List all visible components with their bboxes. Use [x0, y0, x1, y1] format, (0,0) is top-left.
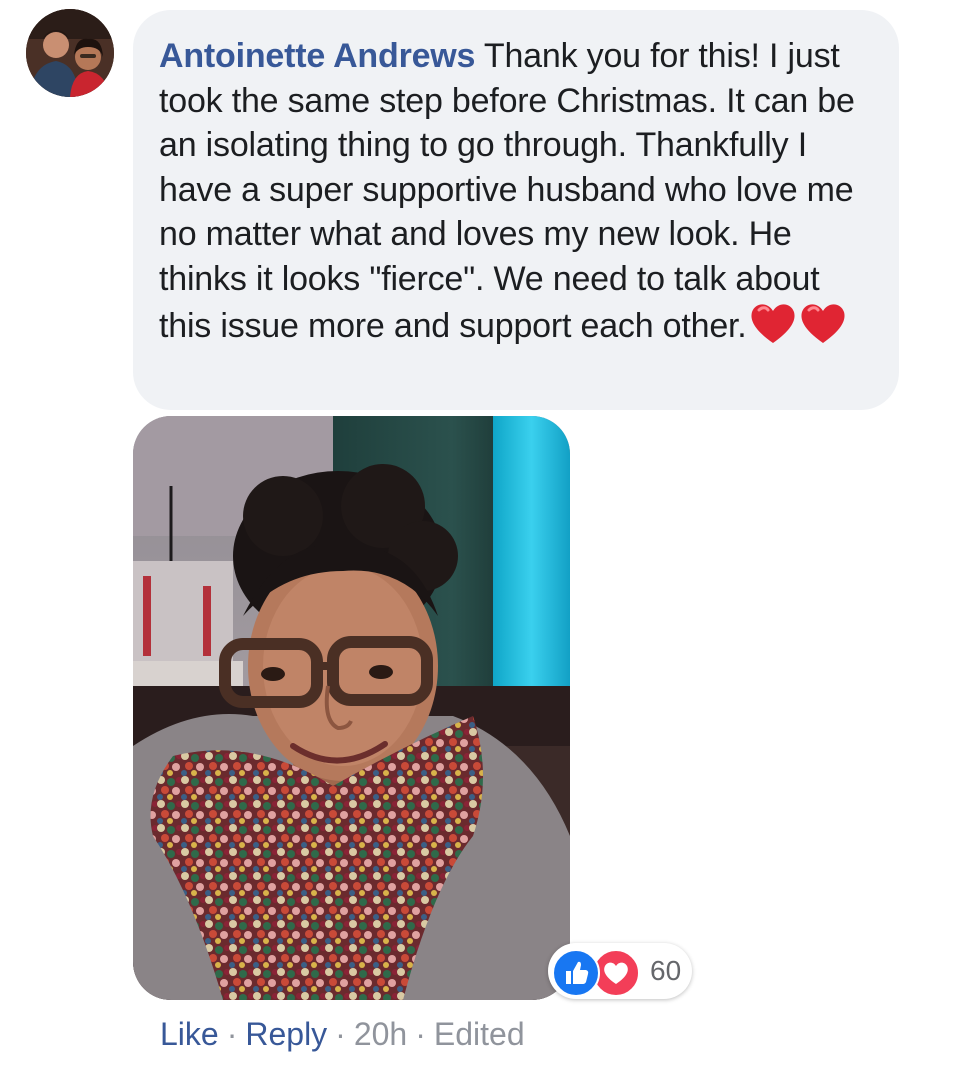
comment-photo[interactable] [133, 416, 570, 1000]
comment-timestamp[interactable]: 20h [354, 1016, 407, 1052]
separator-dot: · [226, 1016, 238, 1052]
commenter-avatar[interactable] [26, 9, 114, 97]
like-reaction-icon [552, 949, 600, 997]
selfie-image [133, 416, 570, 1000]
red-heart-icon [749, 301, 797, 345]
comment-actions: Like · Reply · 20h · Edited [160, 1014, 525, 1054]
separator-dot: · [415, 1016, 426, 1052]
separator-dot: · [335, 1016, 346, 1052]
comment-bubble: Antoinette Andrews Thank you for this! I… [133, 10, 899, 410]
reply-link[interactable]: Reply [245, 1016, 327, 1052]
comment-text: Thank you for this! I just took the same… [159, 37, 855, 345]
reactions-summary[interactable]: 60 [548, 943, 692, 999]
red-heart-icon [799, 301, 847, 345]
like-link[interactable]: Like [160, 1016, 219, 1052]
avatar-image [26, 9, 114, 97]
edited-label[interactable]: Edited [434, 1016, 525, 1052]
reaction-count: 60 [650, 955, 682, 986]
comment-author[interactable]: Antoinette Andrews [159, 37, 475, 75]
